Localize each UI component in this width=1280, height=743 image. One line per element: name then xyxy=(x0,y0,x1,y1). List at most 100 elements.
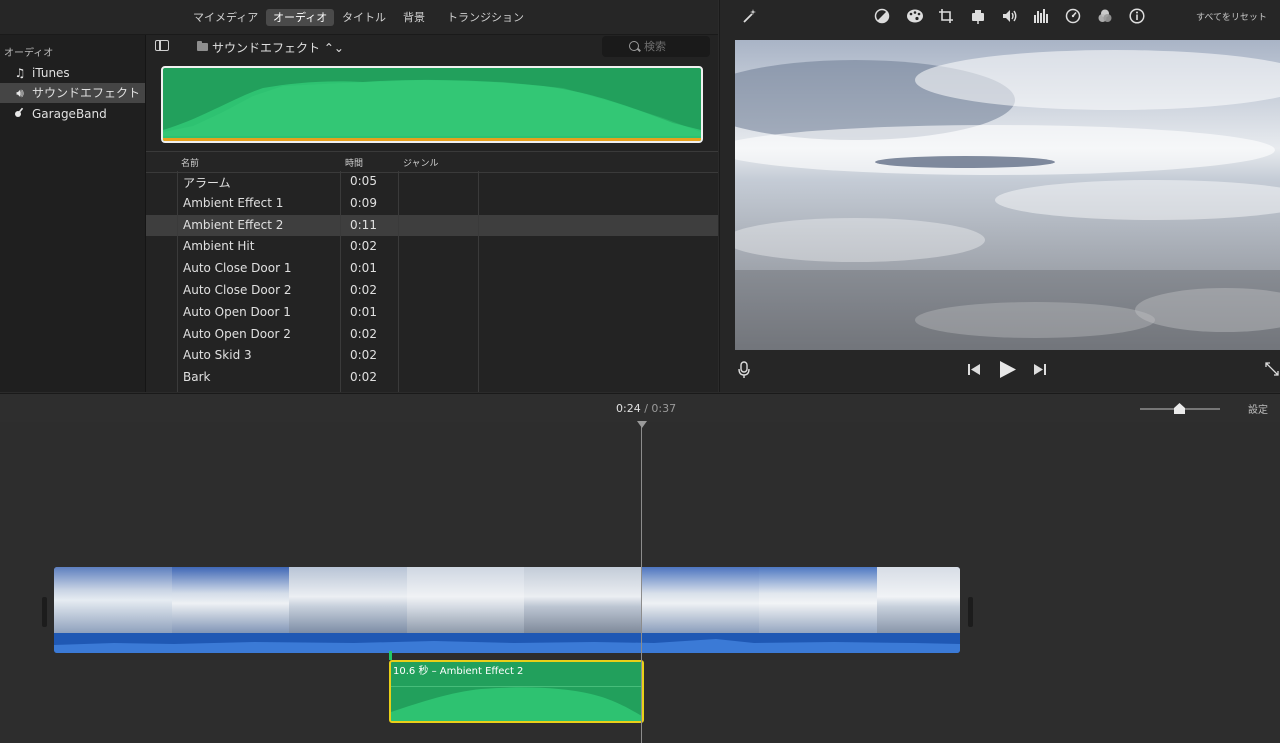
playhead[interactable] xyxy=(641,421,642,743)
row-name: Auto Close Door 1 xyxy=(183,261,292,276)
video-clip[interactable] xyxy=(54,567,960,653)
row-name: Ambient Hit xyxy=(183,239,255,254)
audio-clip-connector xyxy=(389,651,392,660)
row-name: Ambient Effect 1 xyxy=(183,195,284,210)
table-row-selected[interactable]: Ambient Effect 2 0:11 xyxy=(146,214,718,237)
search-box[interactable] xyxy=(602,36,710,57)
column-header-duration[interactable]: 時間 xyxy=(345,156,363,169)
info-icon[interactable] xyxy=(1129,8,1145,24)
sidebar-item-sound-effects[interactable]: 🔊︎ サウンドエフェクト xyxy=(0,83,145,103)
row-name: Auto Skid 3 xyxy=(183,348,252,363)
table-row[interactable]: Auto Close Door 2 0:02 xyxy=(146,280,718,302)
table-row[interactable]: アラーム 0:05 xyxy=(146,171,718,193)
row-name: Auto Close Door 2 xyxy=(183,283,292,297)
reset-all-button[interactable]: すべてをリセット xyxy=(1196,10,1267,23)
table-row[interactable]: Auto Skid 3 0:02 xyxy=(146,345,718,367)
library-sidebar: オーディオ ♫ iTunes 🔊︎ サウンドエフェクト GarageBand xyxy=(0,35,146,392)
row-name: Auto Open Door 1 xyxy=(183,304,291,319)
timecode: 0:24 / 0:37 xyxy=(616,402,676,415)
row-duration: 0:05 xyxy=(350,174,377,188)
clip-thumbnail xyxy=(876,567,960,633)
browser-toolbar: サウンドエフェクト ⌃⌄ xyxy=(146,35,718,63)
stabilize-camera-icon[interactable] xyxy=(970,8,986,24)
speaker-icon: 🔊︎ xyxy=(16,86,24,100)
column-header-genre[interactable]: ジャンル xyxy=(403,156,439,169)
row-duration: 0:09 xyxy=(350,195,377,210)
playhead-marker-icon[interactable] xyxy=(637,421,647,428)
search-input[interactable] xyxy=(644,39,704,54)
sidebar-item-garageband[interactable]: GarageBand xyxy=(0,104,145,124)
volume-icon[interactable] xyxy=(1002,8,1018,24)
row-duration: 0:02 xyxy=(350,326,377,341)
row-name: アラーム xyxy=(183,176,231,190)
clip-thumbnail xyxy=(171,567,289,633)
column-divider xyxy=(478,171,479,392)
preview-waveform-shape xyxy=(163,79,701,141)
color-palette-icon[interactable] xyxy=(906,8,923,24)
table-row[interactable]: Bark 0:02 xyxy=(146,367,718,389)
equalizer-icon[interactable] xyxy=(1033,8,1049,24)
tab-audio[interactable]: オーディオ xyxy=(266,9,335,26)
microphone-icon[interactable] xyxy=(738,361,750,383)
tab-titles[interactable]: タイトル xyxy=(335,9,393,26)
filter-icon[interactable] xyxy=(1097,8,1113,24)
salt-flat-sky-image xyxy=(735,40,1280,350)
speed-icon[interactable] xyxy=(1065,8,1081,24)
video-preview[interactable] xyxy=(735,40,1280,350)
preview-range-bar xyxy=(163,138,701,141)
audio-clip-waveform xyxy=(391,687,642,721)
audio-clip-ambient-effect-2[interactable]: 10.6 秒 – Ambient Effect 2 xyxy=(389,660,644,723)
timeline-toolbar: 0:24 / 0:37 設定 xyxy=(0,393,1280,423)
music-note-icon: ♫ xyxy=(14,66,26,80)
table-row[interactable]: Ambient Effect 1 0:09 xyxy=(146,193,718,215)
sidebar-toggle-icon[interactable] xyxy=(155,40,169,51)
column-header-name[interactable]: 名前 xyxy=(181,156,199,169)
time-separator: / xyxy=(644,402,648,415)
zoom-slider-thumb[interactable] xyxy=(1174,403,1185,414)
guitar-icon xyxy=(12,104,28,124)
folder-selector[interactable]: サウンドエフェクト ⌃⌄ xyxy=(212,39,344,56)
clip-thumbnail xyxy=(759,567,877,633)
table-row[interactable]: Auto Close Door 1 0:01 xyxy=(146,258,718,280)
tab-backgrounds[interactable]: 背景 xyxy=(396,9,432,26)
audio-preview-waveform[interactable] xyxy=(161,66,703,143)
color-balance-icon[interactable] xyxy=(874,8,890,24)
clip-trim-handle-right[interactable] xyxy=(968,597,973,627)
row-name: Ambient Effect 2 xyxy=(183,217,284,232)
column-divider xyxy=(340,171,341,392)
sidebar-item-label: iTunes xyxy=(32,66,70,80)
total-time: 0:37 xyxy=(651,402,677,415)
sound-effect-list: アラーム 0:05 Ambient Effect 1 0:09 Ambient Ef… xyxy=(146,171,718,392)
column-divider xyxy=(177,171,178,392)
table-row[interactable]: Auto Open Door 1 0:01 xyxy=(146,302,718,324)
clip-thumbnail xyxy=(289,567,407,633)
clip-trim-handle-left[interactable] xyxy=(42,597,47,627)
row-duration: 0:01 xyxy=(350,261,377,276)
fullscreen-icon[interactable] xyxy=(1265,362,1279,380)
table-row[interactable]: Ambient Hit 0:02 xyxy=(146,236,718,258)
crop-icon[interactable] xyxy=(938,8,954,24)
viewer-panel: すべてをリセット xyxy=(719,0,1280,392)
video-clip-audio-waveform xyxy=(54,633,960,653)
skip-forward-icon[interactable] xyxy=(1033,363,1047,380)
sidebar-item-label: サウンドエフェクト xyxy=(32,86,141,100)
play-icon[interactable] xyxy=(999,360,1017,383)
folder-icon xyxy=(197,41,208,51)
settings-button[interactable]: 設定 xyxy=(1248,401,1268,416)
sidebar-heading: オーディオ xyxy=(4,48,54,59)
top-tab-bar: マイメディア オーディオ タイトル 背景 トランジション xyxy=(0,0,718,35)
row-duration: 0:01 xyxy=(350,304,377,319)
clip-thumbnail xyxy=(54,567,172,633)
table-row[interactable]: Auto Open Door 2 0:02 xyxy=(146,324,718,346)
magic-wand-icon[interactable] xyxy=(741,8,757,24)
clip-thumbnail xyxy=(641,567,759,633)
clip-thumbnail xyxy=(524,567,642,633)
tab-transitions[interactable]: トランジション xyxy=(440,9,531,26)
column-divider xyxy=(398,171,399,392)
tab-my-media[interactable]: マイメディア xyxy=(186,9,265,26)
video-audio-wave-shape xyxy=(54,639,960,653)
skip-back-icon[interactable] xyxy=(967,363,981,380)
sidebar-item-itunes[interactable]: ♫ iTunes xyxy=(0,63,145,83)
row-duration: 0:02 xyxy=(350,239,377,254)
current-time: 0:24 xyxy=(616,402,641,415)
